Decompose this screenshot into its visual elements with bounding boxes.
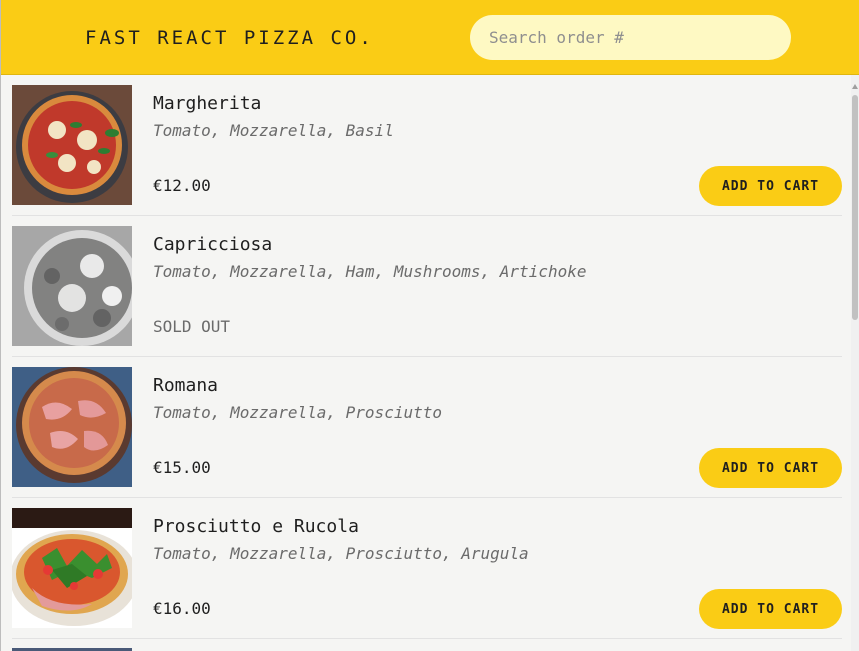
scroll-up-arrow-icon[interactable] <box>852 84 858 89</box>
app-logo[interactable]: FAST REACT PIZZA CO. <box>85 27 374 49</box>
pizza-margherita-image <box>12 85 132 205</box>
pizza-name: Prosciutto e Rucola <box>153 516 359 537</box>
pizza-name: Romana <box>153 375 219 396</box>
app-window: FAST REACT PIZZA CO. Search order # Marg… <box>0 0 859 651</box>
pizza-price: €15.00 <box>153 458 211 477</box>
pizza-ingredients: Tomato, Mozzarella, Ham, Mushrooms, Arti… <box>153 262 587 281</box>
pizza-ingredients: Tomato, Mozzarella, Basil <box>153 121 394 140</box>
menu-item-capricciosa: Capricciosa Tomato, Mozzarella, Ham, Mus… <box>12 216 842 357</box>
menu-item-prosciutto-e-rucola: Prosciutto e Rucola Tomato, Mozzarella, … <box>12 498 842 639</box>
pizza-price: €16.00 <box>153 599 211 618</box>
pizza-name: Capricciosa <box>153 234 273 255</box>
header-bar: FAST REACT PIZZA CO. <box>1 0 859 75</box>
pizza-name: Margherita <box>153 93 262 114</box>
pizza-prosciutto-rucola-image <box>12 508 132 628</box>
search-order-input[interactable] <box>470 15 791 60</box>
pizza-price: €12.00 <box>153 176 211 195</box>
pizza-romana-image <box>12 367 132 487</box>
menu-item-romana: Romana Tomato, Mozzarella, Prosciutto €1… <box>12 357 842 498</box>
add-to-cart-button[interactable]: ADD TO CART <box>699 166 842 206</box>
sold-out-status: SOLD OUT <box>153 317 231 336</box>
pizza-ingredients: Tomato, Mozzarella, Prosciutto <box>153 403 442 422</box>
menu-list: Margherita Tomato, Mozzarella, Basil €12… <box>12 75 842 639</box>
pizza-ingredients: Tomato, Mozzarella, Prosciutto, Arugula <box>153 544 529 563</box>
scrollbar-thumb[interactable] <box>852 95 858 320</box>
menu-item-margherita: Margherita Tomato, Mozzarella, Basil €12… <box>12 75 842 216</box>
pizza-capricciosa-image <box>12 226 132 346</box>
add-to-cart-button[interactable]: ADD TO CART <box>699 589 842 629</box>
add-to-cart-button[interactable]: ADD TO CART <box>699 448 842 488</box>
